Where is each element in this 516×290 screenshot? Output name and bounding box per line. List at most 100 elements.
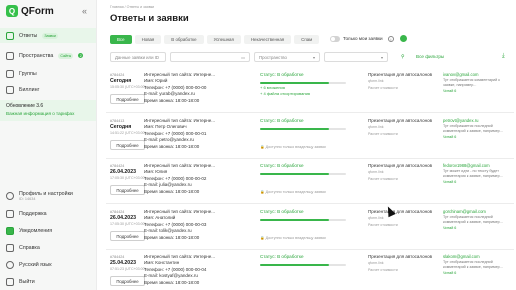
owner-only-note: 🔒 Доступно только владельцу заявки — [260, 189, 326, 195]
sidebar: Q QForm « Ответы Заявки Пространства Сай… — [0, 0, 97, 290]
comment-text: Тут отображается последний комментарий к… — [443, 215, 503, 224]
row-project: Презентация для автосалонов qform.link Р… — [368, 254, 436, 273]
table-row[interactable]: #784424 26.04.2023 17:05:30 (UTC+03:00) … — [106, 160, 514, 204]
app-name: QForm — [21, 5, 54, 17]
info-icon[interactable]: i — [388, 35, 394, 42]
collapse-sidebar-icon[interactable]: « — [82, 6, 87, 16]
card-icon — [6, 85, 14, 94]
details-button[interactable]: Подробнее — [110, 94, 145, 104]
details-button[interactable]: Подробнее — [110, 231, 145, 241]
bell-icon — [6, 226, 14, 235]
comment-more-link[interactable]: Читай 6 — [443, 134, 511, 140]
row-status[interactable]: Статус: В обработке — [260, 163, 304, 169]
sidebar-item-spaces[interactable]: Пространства Сайты 2 — [0, 48, 96, 63]
table-row[interactable]: #784424 Сегодня 15:05:30 (UTC+03:00) Под… — [106, 69, 514, 113]
status-progress-fill — [260, 128, 329, 130]
status-progress-bar — [260, 128, 346, 130]
only-mine-toggle[interactable] — [330, 36, 340, 42]
sidebar-badge: Заявки — [42, 32, 58, 39]
row-time: 17:05:30 (UTC+03:00) — [110, 222, 146, 227]
table-row[interactable]: #784424 26.04.2023 17:05:30 (UTC+03:00) … — [106, 206, 514, 250]
sidebar-item-label: Группы — [19, 70, 37, 77]
comment-more-link[interactable]: Читай 6 — [443, 179, 511, 185]
tab-low-quality[interactable]: Некачественная — [243, 35, 292, 44]
sidebar-item-label: Биллинг — [19, 86, 40, 93]
details-button[interactable]: Подробнее — [110, 140, 145, 150]
logo-icon: Q — [6, 5, 18, 17]
tab-in-progress[interactable]: В обработке — [164, 35, 204, 44]
calendar-icon: ▭ — [241, 54, 245, 60]
sidebar-item-label: Ответы — [19, 32, 38, 39]
sidebar-item-support[interactable]: Поддержка — [0, 206, 96, 221]
sidebar-badge: Сайты — [58, 52, 74, 59]
logout-icon — [6, 277, 14, 286]
all-filters-link[interactable]: Все фильтры — [416, 54, 444, 59]
files-link[interactable]: + 4 файла отсортирования — [260, 91, 310, 97]
status-dot-icon[interactable] — [400, 35, 407, 42]
row-comment: fedorov1988@gmail.com Тут может идти - п… — [443, 163, 511, 185]
comment-more-link[interactable]: Читай 6 — [443, 225, 511, 231]
lock-icon: 🔒 — [260, 145, 265, 149]
group-icon — [6, 69, 14, 78]
tab-all[interactable]: Все — [110, 35, 132, 44]
row-status[interactable]: Статус: В обработке — [260, 118, 304, 124]
owner-only-text: Доступно только владельцу заявки — [265, 190, 326, 194]
breadcrumb[interactable]: Главная / Ответы и заявки — [110, 5, 154, 9]
tab-success[interactable]: Успешная — [206, 35, 241, 44]
page-title: Ответы и заявки — [110, 13, 189, 24]
app-window: Q QForm « Ответы Заявки Пространства Сай… — [0, 0, 516, 290]
row-call-time: Время звонка: 18:00-18:00 — [144, 188, 200, 194]
update-link[interactable]: Важная информация о тарифах — [6, 111, 90, 116]
comment-text: Тут отображается комментарий к заявке, н… — [443, 78, 500, 87]
row-call-time: Время звонка: 18:00-18:00 — [144, 234, 200, 240]
sidebar-item-label: Уведомления — [19, 227, 53, 234]
sidebar-item-answers[interactable]: Ответы Заявки — [0, 28, 96, 43]
row-contact: Интересный тип сайта: Интерне... Имя: Юл… — [144, 163, 248, 195]
row-contact: Интересный тип сайта: Интерне... Имя: Ко… — [144, 254, 248, 286]
update-banner[interactable]: Обновление 3.6 Важная информация о тариф… — [0, 100, 96, 121]
logo[interactable]: Q QForm — [6, 5, 54, 17]
project-calc: Расчет стоимости — [368, 85, 398, 90]
sidebar-item-billing[interactable]: Биллинг — [0, 82, 96, 97]
sidebar-item-language[interactable]: Русский язык — [0, 257, 96, 272]
tab-new[interactable]: Новая — [134, 35, 162, 44]
row-status[interactable]: Статус: В обработке — [260, 254, 304, 260]
status-progress-fill — [260, 173, 329, 175]
sidebar-item-logout[interactable]: Выйти — [0, 274, 96, 289]
search-input[interactable]: Данные заявки или ID — [110, 52, 166, 62]
row-status[interactable]: Статус: В обработке — [260, 72, 304, 78]
sidebar-item-notifications[interactable]: Уведомления — [0, 223, 96, 238]
row-meta: #784424 26.04.2023 17:05:30 (UTC+03:00) — [110, 163, 146, 182]
extra-select[interactable]: ▾ — [324, 52, 388, 62]
sidebar-item-profile[interactable]: Профиль и настройки ID: 14634 — [0, 188, 96, 204]
globe-icon — [6, 260, 14, 269]
space-placeholder: Пространство — [259, 54, 287, 60]
lock-icon: 🔒 — [260, 190, 265, 194]
row-status[interactable]: Статус: В обработке — [260, 209, 304, 215]
sidebar-item-groups[interactable]: Группы — [0, 66, 96, 81]
sidebar-item-help[interactable]: Справка — [0, 240, 96, 255]
owner-only-text: Доступно только владельцу заявки — [265, 145, 326, 149]
only-mine-label: Только мои заявки — [343, 36, 383, 41]
comment-more-link[interactable]: Читай 6 — [443, 88, 511, 94]
row-call-time: Время звонка: 18:00-18:00 — [144, 143, 200, 149]
row-project: Презентация для автосалонов qform.link Р… — [368, 209, 436, 228]
details-button[interactable]: Подробнее — [110, 185, 145, 195]
search-placeholder: Данные заявки или ID — [115, 54, 159, 60]
row-comment: petrovt@yandex.ru Тут отображается после… — [443, 118, 511, 140]
row-comment: slakom@gmail.com Тут отображается послед… — [443, 254, 511, 276]
row-contact: Интересный тип сайта: Интерне... Имя: Юр… — [144, 72, 248, 104]
chevron-down-icon: ▾ — [380, 54, 383, 60]
filter-icon[interactable]: ⚲ — [401, 54, 405, 60]
tab-spam[interactable]: Спам — [294, 35, 320, 44]
space-select[interactable]: Пространство ▾ — [254, 52, 320, 62]
date-picker[interactable]: ▭ — [170, 52, 250, 62]
table-row[interactable]: #784413 Сегодня 14:51:22 (UTC+03:00) Под… — [106, 115, 514, 159]
download-icon[interactable]: ⤓ — [502, 53, 505, 60]
comment-more-link[interactable]: Читай 6 — [443, 270, 511, 276]
book-icon — [6, 243, 14, 252]
table-row[interactable]: #784424 25.04.2023 07:51:23 (UTC+03:00) … — [106, 251, 514, 290]
update-title: Обновление 3.6 — [6, 103, 44, 109]
status-progress-fill — [260, 82, 329, 84]
details-button[interactable]: Подробнее — [110, 276, 145, 286]
